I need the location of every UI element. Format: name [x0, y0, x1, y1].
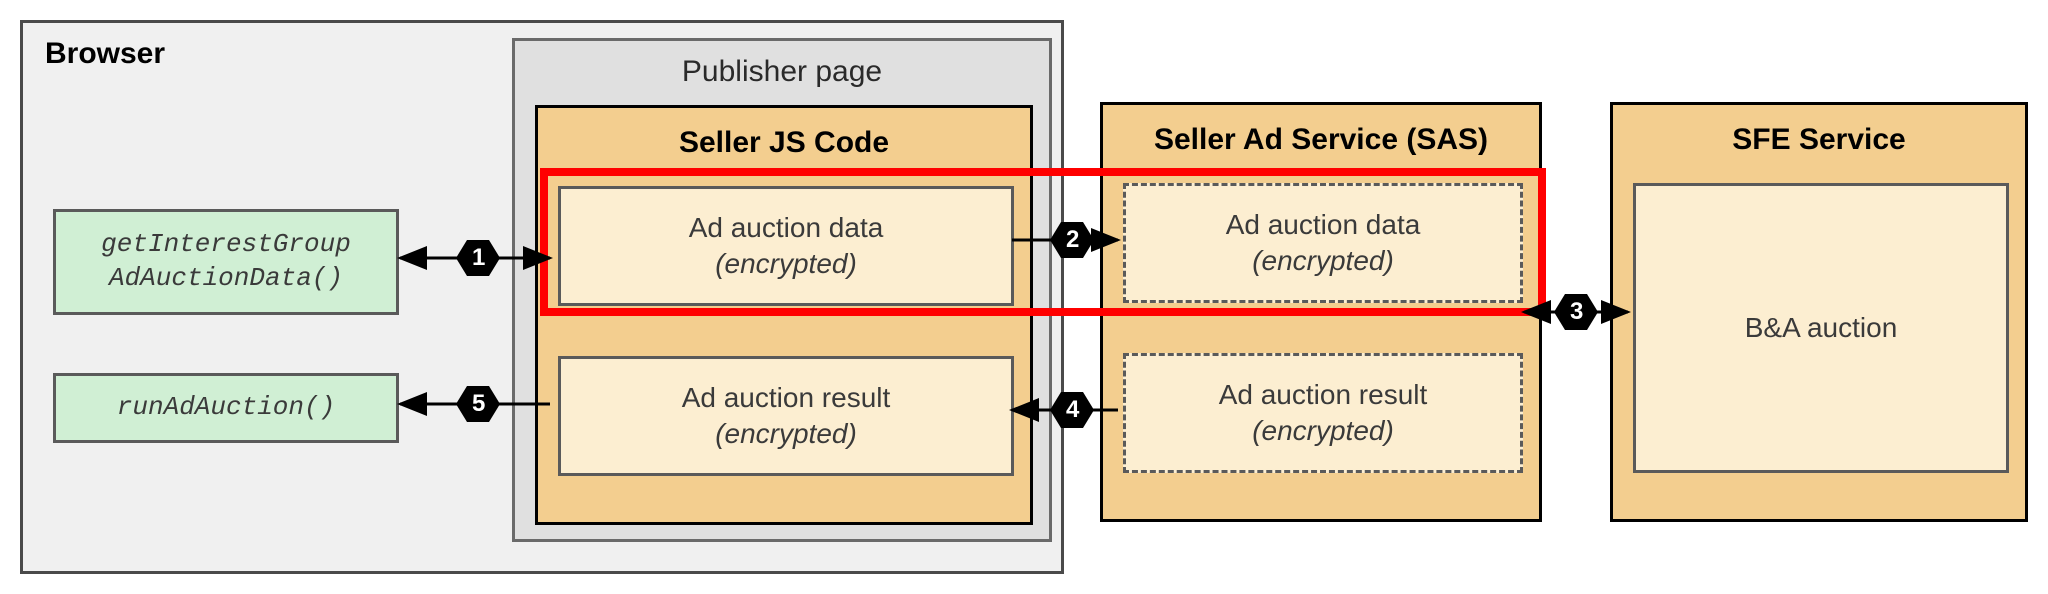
encrypted-label: (encrypted): [1252, 243, 1394, 279]
encrypted-label: (encrypted): [715, 246, 857, 282]
auction-data-label: Ad auction data: [689, 210, 884, 246]
step-2: 2: [1066, 226, 1079, 254]
api1-line2: AdAuctionData(): [109, 263, 343, 293]
auction-result-label: Ad auction result: [1219, 377, 1428, 413]
ba-auction-box: B&A auction: [1633, 183, 2009, 473]
seller-auction-result-box: Ad auction result (encrypted): [558, 356, 1014, 476]
encrypted-label: (encrypted): [715, 416, 857, 452]
ba-auction-label: B&A auction: [1745, 310, 1898, 346]
browser-label: Browser: [45, 37, 165, 71]
sas-container: Seller Ad Service (SAS) Ad auction data …: [1100, 102, 1542, 522]
api2-text: runAdAuction(): [117, 391, 335, 425]
sas-label: Seller Ad Service (SAS): [1103, 123, 1539, 157]
api1-line1: getInterestGroup: [101, 229, 351, 259]
api-get-interest-group: getInterestGroup AdAuctionData(): [53, 209, 399, 315]
publisher-page-label: Publisher page: [515, 55, 1049, 89]
sfe-label: SFE Service: [1613, 123, 2025, 157]
publisher-page-container: Publisher page Seller JS Code Ad auction…: [512, 38, 1052, 542]
seller-js-label: Seller JS Code: [538, 126, 1030, 160]
auction-result-label: Ad auction result: [682, 380, 891, 416]
sas-auction-data-box: Ad auction data (encrypted): [1123, 183, 1523, 303]
step-4: 4: [1066, 396, 1079, 424]
auction-data-label: Ad auction data: [1226, 207, 1421, 243]
seller-js-container: Seller JS Code Ad auction data (encrypte…: [535, 105, 1033, 525]
sas-auction-result-box: Ad auction result (encrypted): [1123, 353, 1523, 473]
seller-auction-data-box: Ad auction data (encrypted): [558, 186, 1014, 306]
step-3: 3: [1570, 298, 1583, 326]
api-run-ad-auction: runAdAuction(): [53, 373, 399, 443]
encrypted-label: (encrypted): [1252, 413, 1394, 449]
sfe-container: SFE Service B&A auction: [1610, 102, 2028, 522]
